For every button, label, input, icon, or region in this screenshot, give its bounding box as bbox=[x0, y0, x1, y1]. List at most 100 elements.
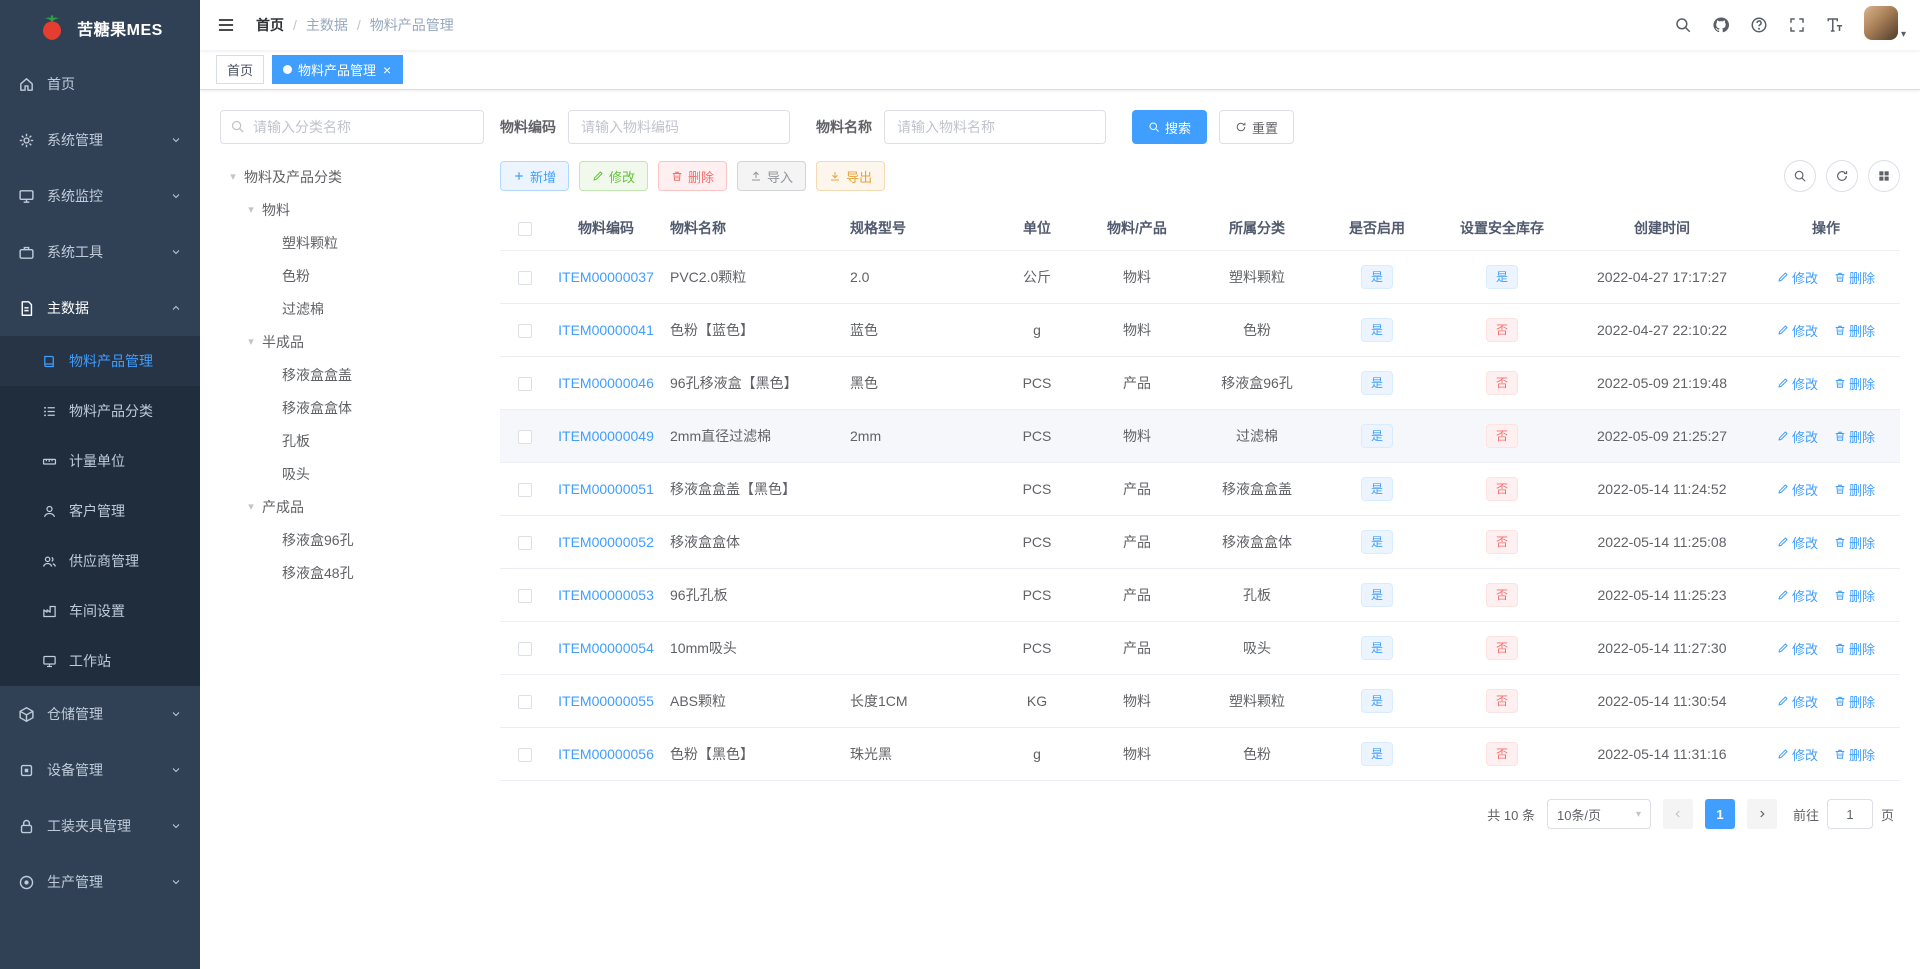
material-code-input[interactable] bbox=[568, 110, 790, 144]
toggle-search-button[interactable] bbox=[1784, 160, 1816, 192]
modify-button[interactable]: 修改 bbox=[579, 161, 649, 191]
table-row[interactable]: ITEM00000052 移液盒盒体 PCS 产品 移液盒盒体 是 否 2022… bbox=[500, 515, 1900, 569]
row-delete-link[interactable]: 删除 bbox=[1834, 374, 1875, 393]
row-delete-link[interactable]: 删除 bbox=[1834, 586, 1875, 605]
row-edit-link[interactable]: 修改 bbox=[1777, 586, 1818, 605]
prev-page-button[interactable] bbox=[1662, 799, 1693, 829]
row-edit-link[interactable]: 修改 bbox=[1777, 639, 1818, 658]
tree-node-group[interactable]: ▾ 半成品 bbox=[220, 325, 484, 358]
cell-code[interactable]: ITEM00000052 bbox=[550, 515, 662, 569]
row-delete-link[interactable]: 删除 bbox=[1834, 268, 1875, 287]
row-checkbox[interactable] bbox=[518, 324, 532, 339]
row-edit-link[interactable]: 修改 bbox=[1777, 427, 1818, 446]
cell-code[interactable]: ITEM00000051 bbox=[550, 462, 662, 516]
cell-code[interactable]: ITEM00000055 bbox=[550, 674, 662, 728]
tree-node-leaf[interactable]: 移液盒盒体 bbox=[220, 391, 484, 424]
sidebar-item-workstation[interactable]: 工作站 bbox=[0, 636, 200, 686]
font-size-button[interactable] bbox=[1816, 0, 1854, 50]
page-size-select[interactable]: 10条/页 ▾ bbox=[1546, 799, 1651, 829]
github-button[interactable] bbox=[1702, 0, 1740, 50]
table-row[interactable]: ITEM00000046 96孔移液盒【黑色】 黑色 PCS 产品 移液盒96孔… bbox=[500, 356, 1900, 410]
sidebar-item-equipment-mgmt[interactable]: 设备管理 bbox=[0, 742, 200, 798]
row-delete-link[interactable]: 删除 bbox=[1834, 639, 1875, 658]
sidebar-item-home[interactable]: 首页 bbox=[0, 56, 200, 112]
sidebar-item-master-data[interactable]: 主数据 bbox=[0, 280, 200, 336]
table-row[interactable]: ITEM00000056 色粉【黑色】 珠光黑 g 物料 色粉 是 否 2022… bbox=[500, 727, 1900, 781]
tree-node-leaf[interactable]: 吸头 bbox=[220, 457, 484, 490]
tree-node-leaf[interactable]: 移液盒96孔 bbox=[220, 523, 484, 556]
cell-code[interactable]: ITEM00000049 bbox=[550, 409, 662, 463]
sidebar-item-supplier-mgmt[interactable]: 供应商管理 bbox=[0, 536, 200, 586]
row-checkbox[interactable] bbox=[518, 642, 532, 657]
row-edit-link[interactable]: 修改 bbox=[1777, 745, 1818, 764]
add-button[interactable]: 新增 bbox=[500, 161, 570, 191]
row-edit-link[interactable]: 修改 bbox=[1777, 268, 1818, 287]
tab-material-product-mgmt[interactable]: 物料产品管理 × bbox=[272, 55, 404, 84]
delete-button[interactable]: 删除 bbox=[658, 161, 728, 191]
tree-node-group[interactable]: ▾ 物料 bbox=[220, 193, 484, 226]
table-row[interactable]: ITEM00000049 2mm直径过滤棉 2mm PCS 物料 过滤棉 是 否… bbox=[500, 409, 1900, 463]
sidebar-item-workshop-settings[interactable]: 车间设置 bbox=[0, 586, 200, 636]
tree-node-root[interactable]: ▾ 物料及产品分类 bbox=[220, 160, 484, 193]
tree-node-leaf[interactable]: 移液盒48孔 bbox=[220, 556, 484, 589]
sidebar-item-material-product-category[interactable]: 物料产品分类 bbox=[0, 386, 200, 436]
row-delete-link[interactable]: 删除 bbox=[1834, 692, 1875, 711]
row-checkbox[interactable] bbox=[518, 695, 532, 710]
sidebar-item-customer-mgmt[interactable]: 客户管理 bbox=[0, 486, 200, 536]
next-page-button[interactable] bbox=[1746, 799, 1777, 829]
user-menu[interactable]: ▾ bbox=[1863, 6, 1906, 44]
tree-node-leaf[interactable]: 色粉 bbox=[220, 259, 484, 292]
export-button[interactable]: 导出 bbox=[816, 161, 886, 191]
cell-code[interactable]: ITEM00000056 bbox=[550, 727, 662, 781]
material-name-input[interactable] bbox=[884, 110, 1106, 144]
table-row[interactable]: ITEM00000053 96孔孔板 PCS 产品 孔板 是 否 2022-05… bbox=[500, 568, 1900, 622]
close-icon[interactable]: × bbox=[382, 63, 392, 77]
reset-button[interactable]: 重置 bbox=[1219, 110, 1295, 144]
app-logo[interactable]: 苦糖果MES bbox=[0, 0, 200, 56]
row-checkbox[interactable] bbox=[518, 483, 532, 498]
row-checkbox[interactable] bbox=[518, 271, 532, 286]
goto-page-input[interactable] bbox=[1826, 799, 1873, 829]
table-row[interactable]: ITEM00000037 PVC2.0颗粒 2.0 公斤 物料 塑料颗粒 是 是… bbox=[500, 250, 1900, 304]
fullscreen-button[interactable] bbox=[1778, 0, 1816, 50]
header-search-button[interactable] bbox=[1664, 0, 1702, 50]
table-row[interactable]: ITEM00000051 移液盒盒盖【黑色】 PCS 产品 移液盒盒盖 是 否 … bbox=[500, 462, 1900, 516]
sidebar-item-system-monitor[interactable]: 系统监控 bbox=[0, 168, 200, 224]
search-button[interactable]: 搜索 bbox=[1132, 110, 1208, 144]
breadcrumb-master-data[interactable]: 主数据 bbox=[306, 15, 348, 35]
cell-code[interactable]: ITEM00000046 bbox=[550, 356, 662, 410]
row-delete-link[interactable]: 删除 bbox=[1834, 480, 1875, 499]
sidebar-item-measure-unit[interactable]: 计量单位 bbox=[0, 436, 200, 486]
tab-home[interactable]: 首页 bbox=[216, 55, 265, 84]
cell-code[interactable]: ITEM00000053 bbox=[550, 568, 662, 622]
cell-code[interactable]: ITEM00000041 bbox=[550, 303, 662, 357]
row-checkbox[interactable] bbox=[518, 377, 532, 392]
category-search-input[interactable] bbox=[220, 110, 484, 144]
select-all-checkbox[interactable] bbox=[518, 222, 532, 237]
tree-node-leaf[interactable]: 过滤棉 bbox=[220, 292, 484, 325]
refresh-table-button[interactable] bbox=[1826, 160, 1858, 192]
sidebar-item-warehouse-mgmt[interactable]: 仓储管理 bbox=[0, 686, 200, 742]
columns-button[interactable] bbox=[1868, 160, 1900, 192]
tree-node-leaf[interactable]: 孔板 bbox=[220, 424, 484, 457]
row-checkbox[interactable] bbox=[518, 748, 532, 763]
row-edit-link[interactable]: 修改 bbox=[1777, 480, 1818, 499]
cell-code[interactable]: ITEM00000054 bbox=[550, 621, 662, 675]
sidebar-item-production-mgmt[interactable]: 生产管理 bbox=[0, 854, 200, 910]
row-checkbox[interactable] bbox=[518, 589, 532, 604]
help-button[interactable] bbox=[1740, 0, 1778, 50]
row-edit-link[interactable]: 修改 bbox=[1777, 533, 1818, 552]
table-row[interactable]: ITEM00000041 色粉【蓝色】 蓝色 g 物料 色粉 是 否 2022-… bbox=[500, 303, 1900, 357]
cell-code[interactable]: ITEM00000037 bbox=[550, 250, 662, 304]
import-button[interactable]: 导入 bbox=[737, 161, 807, 191]
row-edit-link[interactable]: 修改 bbox=[1777, 321, 1818, 340]
row-edit-link[interactable]: 修改 bbox=[1777, 374, 1818, 393]
sidebar-item-system-tools[interactable]: 系统工具 bbox=[0, 224, 200, 280]
sidebar-item-material-product-mgmt[interactable]: 物料产品管理 bbox=[0, 336, 200, 386]
sidebar-item-system-mgmt[interactable]: 系统管理 bbox=[0, 112, 200, 168]
hamburger-button[interactable] bbox=[200, 0, 252, 50]
row-checkbox[interactable] bbox=[518, 430, 532, 445]
row-delete-link[interactable]: 删除 bbox=[1834, 427, 1875, 446]
tree-node-group[interactable]: ▾ 产成品 bbox=[220, 490, 484, 523]
sidebar-item-fixture-mgmt[interactable]: 工装夹具管理 bbox=[0, 798, 200, 854]
